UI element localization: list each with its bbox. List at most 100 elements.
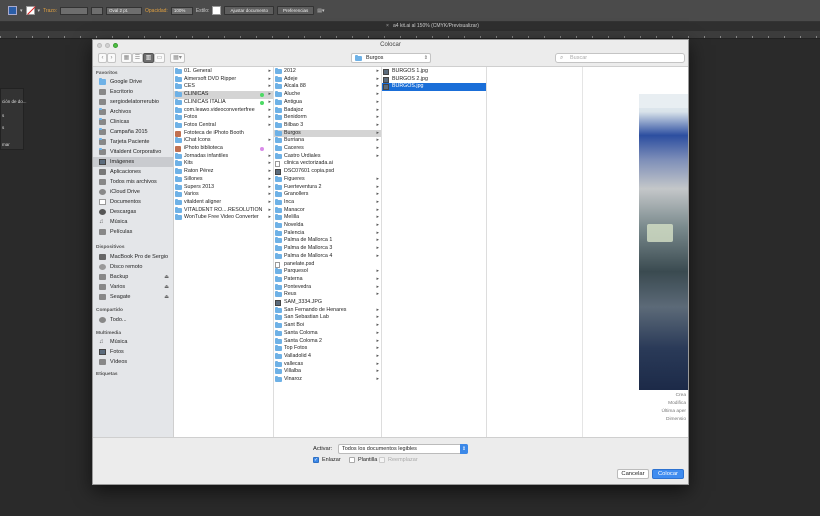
list-item[interactable]: Benidorm ▸ [274, 114, 381, 122]
brush-profile-field[interactable]: Oval 2 pt. [106, 6, 143, 15]
opacity-label[interactable]: Opacidad: [145, 8, 168, 14]
template-checkbox-row[interactable]: Plantilla [349, 457, 377, 464]
list-item[interactable]: Alcala 88 ▸ [274, 83, 381, 91]
list-item[interactable]: 2012 ▸ [274, 68, 381, 76]
list-item[interactable]: SAM_3334.JPG [274, 299, 381, 307]
sidebar-item-musica[interactable]: ♫ Música [93, 217, 173, 227]
list-item[interactable]: Parquesol ▸ [274, 268, 381, 276]
list-item[interactable]: Figueres ▸ [274, 175, 381, 184]
list-item[interactable]: Bilbao 3 ▸ [274, 121, 381, 130]
sidebar-item-descargas[interactable]: Descargas [93, 207, 173, 217]
list-item[interactable]: Valladolid 4 ▸ [274, 352, 381, 361]
list-item[interactable]: Fotos Central ▸ [174, 121, 273, 130]
list-item[interactable]: Palencia ▸ [274, 229, 381, 238]
sidebar-item-icloud-drive[interactable]: iCloud Drive [93, 187, 173, 197]
list-item[interactable]: Santa Coloma ▸ [274, 329, 381, 338]
link-checkbox[interactable]: ✓ [313, 457, 319, 463]
list-item[interactable]: BURGOS 2.jpg [382, 76, 486, 84]
stroke-label[interactable]: Trazo: [43, 8, 57, 14]
eject-icon[interactable]: ⏏ [164, 272, 169, 282]
list-item[interactable]: Jornadas infantiles ▸ [174, 152, 273, 161]
variable-width-field[interactable] [91, 6, 104, 15]
cancel-button[interactable]: Cancelar [617, 469, 649, 479]
sidebar-item-seagate[interactable]: Seagate ⏏ [93, 292, 173, 302]
document-setup-button[interactable]: Ajustar documento [224, 6, 274, 15]
place-button[interactable]: Colocar [652, 469, 684, 479]
list-item[interactable]: Sant Boi ▸ [274, 322, 381, 330]
stroke-swatch[interactable] [25, 6, 35, 15]
preferences-button[interactable]: Preferencias [276, 6, 315, 15]
list-item[interactable]: Manacor ▸ [274, 206, 381, 215]
list-item[interactable]: Supers 2013 ▸ [174, 183, 273, 192]
list-item[interactable]: Novelda ▸ [274, 222, 381, 230]
list-item[interactable]: Castro Urdiales ▸ [274, 152, 381, 161]
close-window-button[interactable] [97, 43, 102, 48]
sidebar-item-macbook-pro[interactable]: MacBook Pro de Sergio [93, 252, 173, 262]
sidebar-item-campana-2015[interactable]: Campaña 2015 [93, 127, 173, 137]
list-item[interactable]: Caceres ▸ [274, 145, 381, 153]
sidebar-item-backup[interactable]: Backup ⏏ [93, 272, 173, 282]
sidebar-item-home[interactable]: sergiodelatorrerubio [93, 97, 173, 107]
list-item[interactable]: Palma de Mallorca 3 ▸ [274, 245, 381, 253]
list-item[interactable]: vallecas ▸ [274, 360, 381, 369]
sidebar-item-tarjeta-paciente[interactable]: Tarjeta Paciente [93, 137, 173, 147]
list-item[interactable]: Palma de Mallorca 1 ▸ [274, 237, 381, 245]
sidebar-item-documentos[interactable]: Documentos [93, 197, 173, 207]
chevron-down-icon[interactable]: ▾ [38, 8, 41, 14]
sidebar-item-varios[interactable]: Varios ⏏ [93, 282, 173, 292]
arrange-icon[interactable]: ▤▾ [317, 8, 324, 14]
list-item[interactable]: San Fernando de Henares ▸ [274, 306, 381, 315]
list-item[interactable]: Burgos ▸ [274, 129, 381, 138]
column-view-button[interactable]: ▥ [143, 53, 154, 63]
eject-icon[interactable]: ⏏ [164, 292, 169, 302]
document-tab[interactable]: × a4 kit.ai al 150% (CMYK/Previsualizar) [385, 22, 479, 31]
sidebar-item-google-drive[interactable]: Google Drive [93, 77, 173, 87]
list-item[interactable]: Reus ▸ [274, 291, 381, 299]
list-item[interactable]: BURGOS 1.jpg [382, 68, 486, 76]
forward-button[interactable]: › [107, 53, 116, 63]
list-item[interactable]: clinica vectorizada.ai [274, 160, 381, 168]
fill-swatch[interactable] [8, 6, 17, 15]
list-item[interactable]: Burriana ▸ [274, 137, 381, 145]
link-checkbox-row[interactable]: ✓ Enlazar [313, 457, 341, 464]
list-item[interactable]: Antigua ▸ [274, 98, 381, 107]
list-item[interactable]: Palma de Mallorca 4 ▸ [274, 252, 381, 261]
list-item[interactable]: CES ▸ [174, 83, 273, 91]
list-item[interactable]: DSC07601 copia.psd [274, 168, 381, 176]
list-item[interactable]: Vinaroz ▸ [274, 376, 381, 384]
sidebar-item-todo[interactable]: Todo... [93, 315, 173, 325]
list-item[interactable]: vitaldent aligner ▸ [174, 198, 273, 207]
list-item[interactable]: Fuerteventura 2 ▸ [274, 183, 381, 192]
panel-item[interactable]: mar [2, 142, 10, 147]
sidebar-item-imagenes[interactable]: Imágenes [93, 157, 173, 167]
chevron-down-icon[interactable]: ▾ [20, 8, 23, 14]
arrange-button[interactable]: ▦▾ [170, 53, 185, 63]
list-item[interactable]: iChat Icons ▸ [174, 137, 273, 145]
list-item[interactable]: iPhoto biblioteca [174, 145, 273, 153]
list-item[interactable]: 01. General ▸ [174, 68, 273, 76]
sidebar-item-clinicas[interactable]: Clinicas [93, 117, 173, 127]
zoom-window-button[interactable] [113, 43, 118, 48]
sidebar-item-archivos[interactable]: Archivos [93, 107, 173, 117]
style-swatch[interactable] [212, 6, 222, 15]
enable-select[interactable]: Todos los documentos legibles ⇕ [338, 444, 468, 454]
list-item[interactable]: Fotos ▸ [174, 114, 273, 122]
panel-item[interactable]: ción de do... [2, 99, 27, 104]
panel-item[interactable]: s [2, 113, 4, 118]
list-item[interactable]: WonTube Free Video Converter ▸ [174, 214, 273, 222]
sidebar-item-aplicaciones[interactable]: Aplicaciones [93, 167, 173, 177]
list-item[interactable]: Melilla ▸ [274, 214, 381, 222]
search-input[interactable]: ⌕ Buscar [555, 53, 685, 63]
sidebar-item-todos-mis-archivos[interactable]: Todos mis archivos [93, 177, 173, 187]
list-item[interactable]: Adeje ▸ [274, 75, 381, 84]
sidebar-item-media-videos[interactable]: Vídeos [93, 357, 173, 367]
list-item[interactable]: panelate.psd [274, 261, 381, 269]
list-item[interactable]: Sillones ▸ [174, 175, 273, 184]
list-item[interactable]: Aimersoft DVD Ripper ▸ [174, 75, 273, 84]
list-item[interactable]: CLINICAS ITALIA ▸ [174, 98, 273, 107]
list-item[interactable]: Pontevedra ▸ [274, 283, 381, 292]
list-item[interactable]: Kits ▸ [174, 160, 273, 168]
sidebar-item-vitaldent-corporativo[interactable]: Vitaldent Corporativo [93, 147, 173, 157]
panel-item[interactable]: s [2, 125, 4, 130]
sidebar-item-disco-remoto[interactable]: Disco remoto [93, 262, 173, 272]
